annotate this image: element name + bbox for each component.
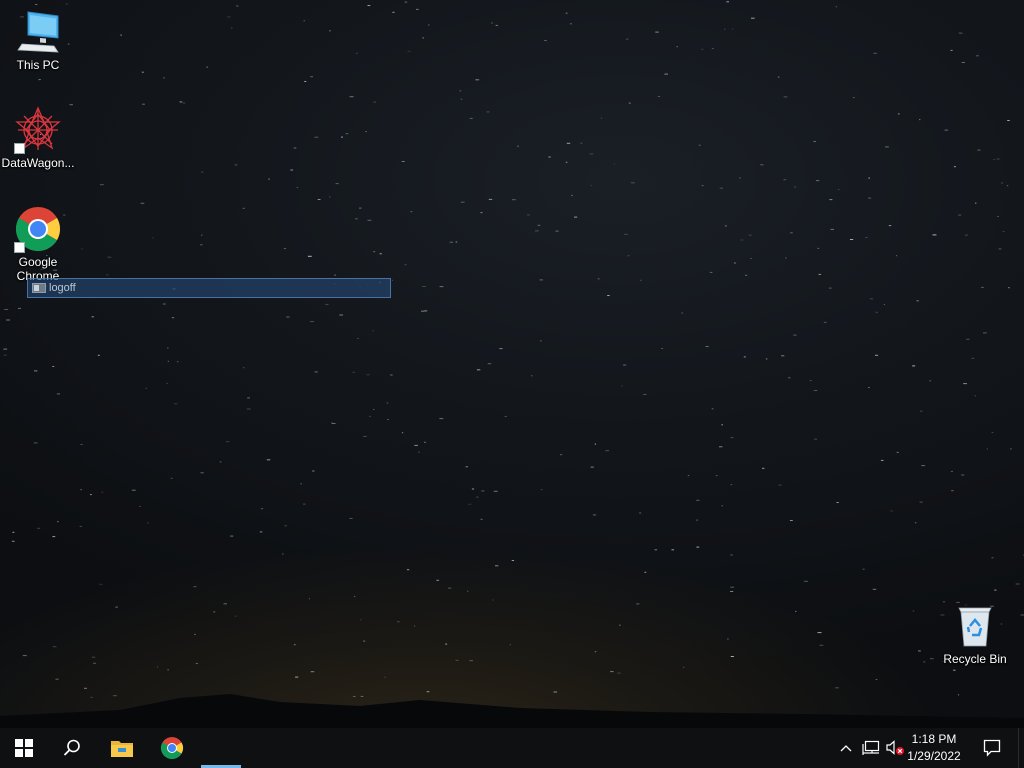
desktop-icon-recycle-bin[interactable]: Recycle Bin	[937, 602, 1013, 666]
start-button[interactable]	[0, 728, 48, 768]
horizon-hills	[0, 694, 1024, 728]
file-explorer-icon	[111, 741, 133, 757]
rename-selection-bar[interactable]: logoff	[27, 278, 391, 298]
monitor-icon	[14, 8, 62, 56]
clock-time: 1:18 PM	[911, 732, 957, 746]
datawagon-icon	[14, 106, 62, 154]
taskbar-clock[interactable]: 1:18 PM 1/29/2022	[898, 731, 970, 765]
taskbar-file-explorer[interactable]	[98, 728, 146, 768]
show-hidden-icons-button[interactable]	[838, 738, 854, 758]
network-icon	[862, 740, 880, 755]
taskbar: 1:18 PM 1/29/2022	[0, 728, 1024, 768]
starry-sky-wallpaper	[3, 1, 1024, 698]
desktop-icon-label: DataWagon...	[1, 156, 75, 170]
chrome-icon	[161, 737, 183, 759]
show-desktop-button[interactable]	[1018, 728, 1024, 768]
network-button[interactable]	[861, 738, 881, 758]
rename-text[interactable]: logoff	[49, 279, 76, 297]
search-button[interactable]	[48, 728, 96, 768]
recycle-bin-icon	[951, 602, 999, 650]
desktop-icon-datawagon[interactable]: DataWagon...	[0, 106, 76, 170]
desktop-icon-this-pc[interactable]: This PC	[0, 8, 76, 72]
search-icon	[63, 739, 80, 756]
notification-icon	[983, 739, 1001, 757]
chrome-icon	[14, 205, 62, 253]
desktop-background[interactable]: This PC DataWagon... Google Chrome Recyc…	[0, 0, 1024, 728]
windows-logo-icon	[15, 739, 33, 757]
taskbar-chrome[interactable]	[148, 728, 196, 768]
chevron-up-icon	[840, 745, 852, 752]
desktop-icon-label: This PC	[16, 58, 60, 72]
shortcut-arrow-icon	[14, 143, 25, 154]
shortcut-file-icon	[32, 283, 46, 293]
shortcut-arrow-icon	[14, 242, 25, 253]
desktop-icon-label: Recycle Bin	[943, 652, 1007, 666]
desktop-icon-google-chrome[interactable]: Google Chrome	[0, 205, 76, 283]
clock-date: 1/29/2022	[907, 749, 961, 763]
action-center-button[interactable]	[972, 728, 1012, 768]
